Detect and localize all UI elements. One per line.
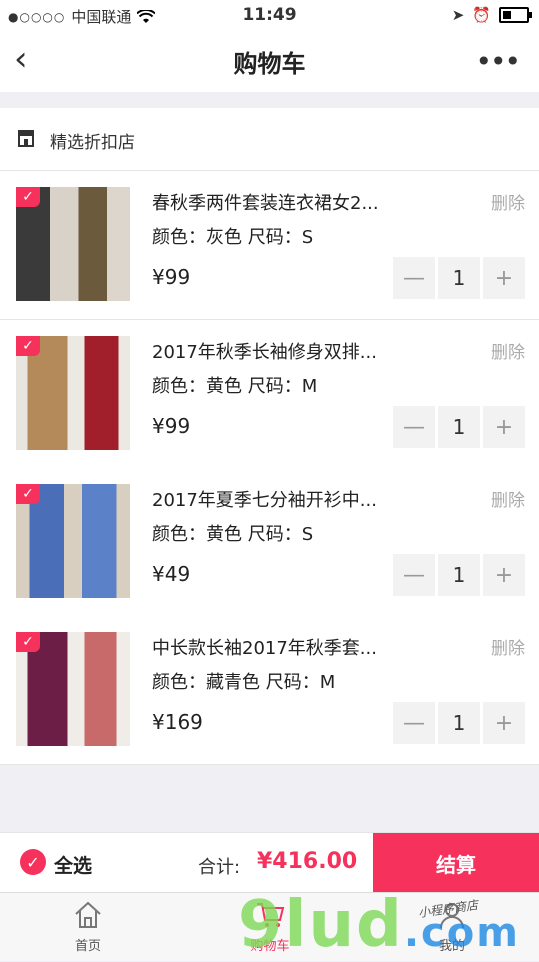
product-price: ¥169 xyxy=(152,710,203,734)
cart-item: ✓ 春秋季两件套装连衣裙女2... 颜色：灰色 尺码：S ¥99 删除 — 1 … xyxy=(0,171,539,320)
select-all-label[interactable]: 全选 xyxy=(54,851,92,878)
delete-button[interactable]: 删除 xyxy=(491,189,525,214)
product-attributes: 颜色：藏青色 尺码：M xyxy=(152,672,336,693)
total-label: 合计: xyxy=(198,857,241,878)
item-check-icon[interactable]: ✓ xyxy=(16,336,40,356)
increase-button[interactable]: + xyxy=(483,257,525,299)
total-value: ¥416.00 xyxy=(257,849,358,874)
product-price: ¥99 xyxy=(152,414,191,438)
cart-footer: ✓ 全选 合计: ¥416.00 结算 xyxy=(0,832,539,893)
item-check-icon[interactable]: ✓ xyxy=(16,484,40,504)
item-check-icon[interactable]: ✓ xyxy=(16,187,40,207)
increase-button[interactable]: + xyxy=(483,554,525,596)
home-icon xyxy=(75,901,101,928)
divider xyxy=(0,92,539,108)
product-name[interactable]: 2017年夏季七分袖开衫中... xyxy=(152,486,377,512)
product-price: ¥99 xyxy=(152,265,191,289)
alarm-icon: ⏰ xyxy=(472,6,491,24)
delete-button[interactable]: 删除 xyxy=(491,338,525,363)
product-image[interactable]: ✓ xyxy=(16,187,130,301)
product-attributes: 颜色：黄色 尺码：M xyxy=(152,376,318,397)
delete-button[interactable]: 删除 xyxy=(491,486,525,511)
cart-item: ✓ 2017年秋季长袖修身双排... 颜色：黄色 尺码：M ¥99 删除 — 1… xyxy=(0,320,539,469)
status-bar: ●○○○○ 中国联通 11:49 ➤ ⏰ xyxy=(0,0,539,30)
decrease-button[interactable]: — xyxy=(393,257,435,299)
quantity-stepper: — 1 + xyxy=(393,702,525,744)
decrease-button[interactable]: — xyxy=(393,406,435,448)
battery-icon xyxy=(499,7,532,23)
store-icon xyxy=(18,130,34,147)
product-image[interactable]: ✓ xyxy=(16,484,130,598)
decrease-button[interactable]: — xyxy=(393,702,435,744)
quantity-stepper: — 1 + xyxy=(393,406,525,448)
increase-button[interactable]: + xyxy=(483,406,525,448)
quantity-value[interactable]: 1 xyxy=(438,702,480,744)
decrease-button[interactable]: — xyxy=(393,554,435,596)
location-icon: ➤ xyxy=(451,6,465,24)
shop-header[interactable]: 精选折扣店 xyxy=(0,108,539,171)
tab-home[interactable]: 首页 xyxy=(28,899,148,954)
checkout-button[interactable]: 结算 xyxy=(373,833,539,893)
product-attributes: 颜色：灰色 尺码：S xyxy=(152,227,314,248)
nav-bar: ‹ 购物车 ••• xyxy=(0,30,539,92)
quantity-value[interactable]: 1 xyxy=(438,257,480,299)
product-name[interactable]: 春秋季两件套装连衣裙女2... xyxy=(152,189,379,215)
more-icon[interactable]: ••• xyxy=(475,48,521,76)
increase-button[interactable]: + xyxy=(483,702,525,744)
quantity-value[interactable]: 1 xyxy=(438,406,480,448)
product-price: ¥49 xyxy=(152,562,191,586)
tab-home-label: 首页 xyxy=(74,939,101,954)
item-check-icon[interactable]: ✓ xyxy=(16,632,40,652)
product-name[interactable]: 中长款长袖2017年秋季套... xyxy=(152,634,377,660)
cart-item: ✓ 中长款长袖2017年秋季套... 颜色：藏青色 尺码：M ¥169 删除 —… xyxy=(0,616,539,765)
product-image[interactable]: ✓ xyxy=(16,632,130,746)
quantity-stepper: — 1 + xyxy=(393,554,525,596)
shop-name: 精选折扣店 xyxy=(50,133,135,153)
delete-button[interactable]: 删除 xyxy=(491,634,525,659)
product-name[interactable]: 2017年秋季长袖修身双排... xyxy=(152,338,377,364)
select-all-check-icon[interactable]: ✓ xyxy=(20,849,46,875)
page-title: 购物车 xyxy=(233,50,306,78)
cart-item: ✓ 2017年夏季七分袖开衫中... 颜色：黄色 尺码：S ¥49 删除 — 1… xyxy=(0,468,539,617)
quantity-value[interactable]: 1 xyxy=(438,554,480,596)
product-attributes: 颜色：黄色 尺码：S xyxy=(152,524,314,545)
quantity-stepper: — 1 + xyxy=(393,257,525,299)
watermark-logo: 9lud.com xyxy=(238,888,520,962)
product-image[interactable]: ✓ xyxy=(16,336,130,450)
